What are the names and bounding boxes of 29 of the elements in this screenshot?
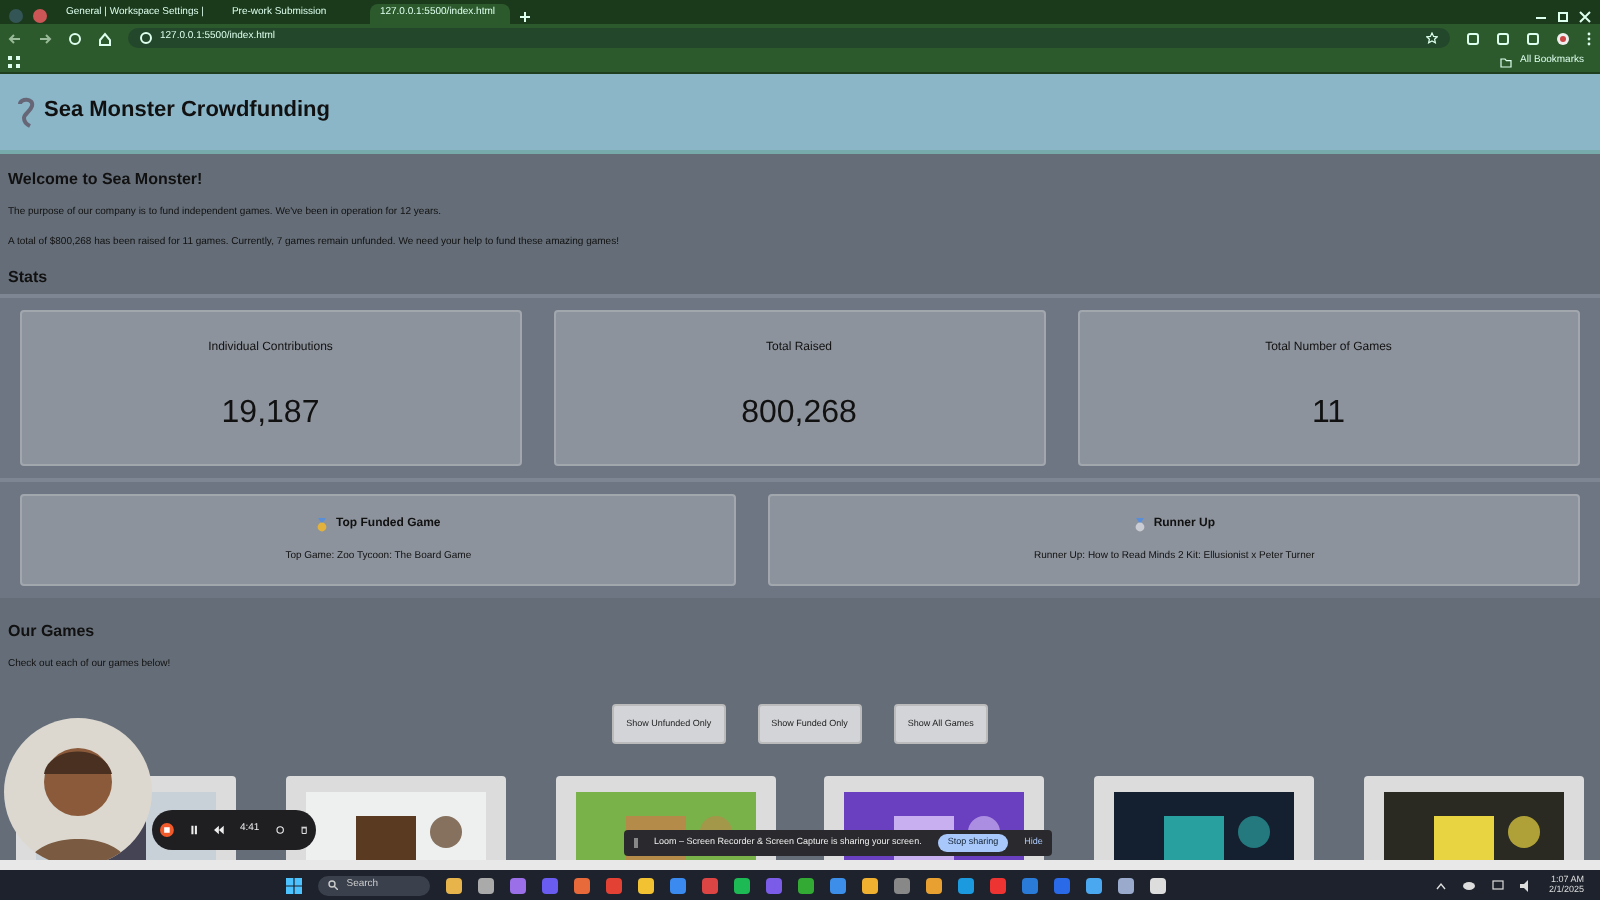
section-heading: Stats	[8, 267, 50, 287]
medal-icon	[316, 517, 329, 532]
stat-value: 19,187	[221, 393, 320, 434]
stat-value: 800,268	[741, 393, 857, 434]
profile-icon[interactable]	[1556, 31, 1570, 45]
volume-icon[interactable]	[1520, 879, 1533, 891]
sea-monster-logo-icon	[16, 96, 36, 128]
trash-icon[interactable]	[299, 824, 308, 836]
section-heading: Our Games	[8, 622, 97, 642]
star-icon[interactable]	[1426, 32, 1438, 44]
record-stop-icon[interactable]	[160, 820, 174, 840]
site-title: Sea Monster Crowdfunding	[44, 98, 330, 126]
medal-icon	[1133, 517, 1146, 532]
back-icon[interactable]	[8, 31, 22, 45]
restore-icon[interactable]	[1556, 10, 1570, 24]
pause-icon[interactable]	[189, 824, 199, 836]
home-icon[interactable]	[98, 31, 112, 45]
new-tab-icon[interactable]	[517, 10, 532, 24]
search-icon	[328, 880, 339, 890]
apps-icon[interactable]	[8, 56, 20, 68]
folder-icon[interactable]	[1500, 57, 1513, 67]
forward-icon[interactable]	[38, 31, 52, 45]
start-icon[interactable]	[286, 877, 303, 893]
drag-handle-icon[interactable]	[634, 838, 638, 848]
section-heading: Welcome to Sea Monster!	[8, 170, 205, 190]
stat-value: 11	[1311, 393, 1346, 434]
more-icon[interactable]	[1586, 31, 1592, 45]
chevron-up-icon[interactable]	[1436, 881, 1447, 889]
close-icon[interactable]	[1578, 10, 1592, 24]
